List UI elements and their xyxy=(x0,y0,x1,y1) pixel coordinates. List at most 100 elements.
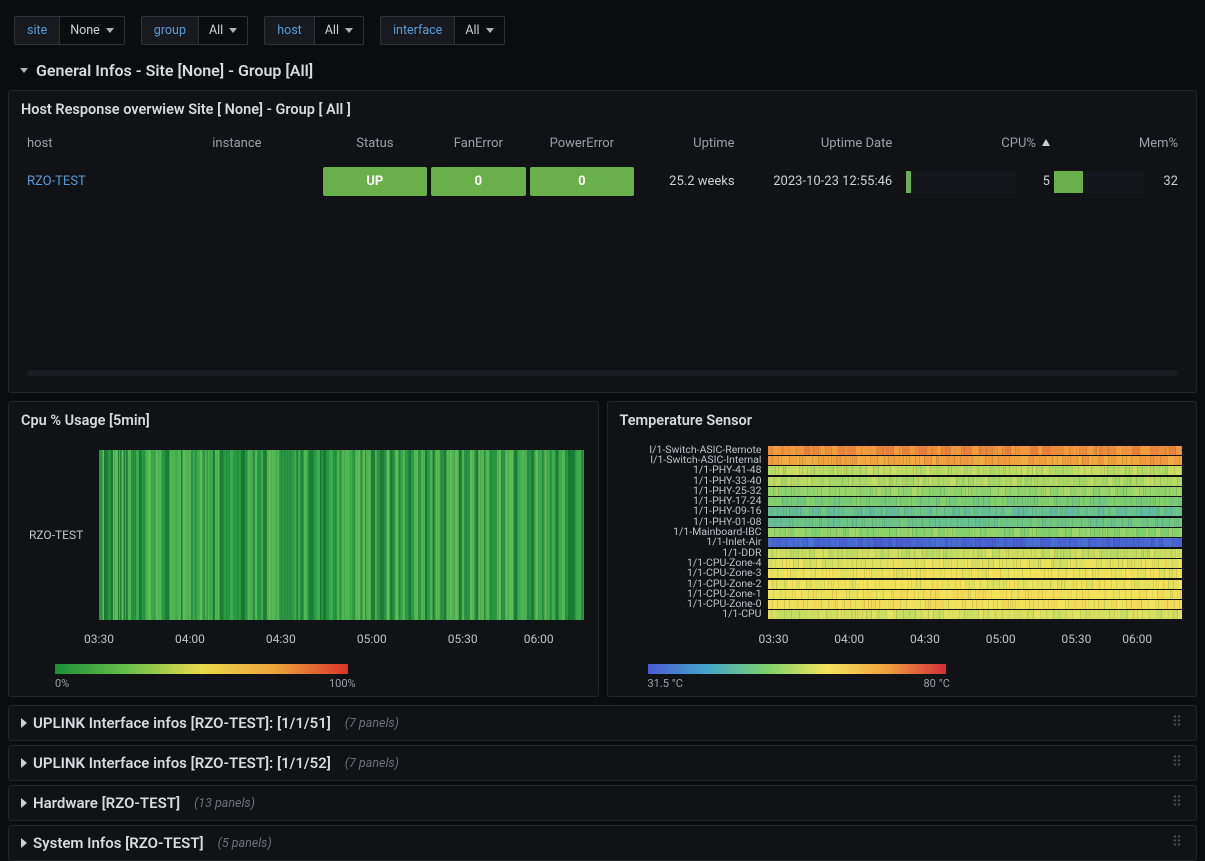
x-tick: 04:00 xyxy=(175,632,205,646)
chevron-right-icon xyxy=(21,718,27,728)
filter-label-host: host xyxy=(264,16,314,45)
filter-group: group All xyxy=(141,16,248,45)
collapsed-row-title: UPLINK Interface infos [RZO-TEST]: [1/1/… xyxy=(33,714,331,732)
th-uptime-date[interactable]: Uptime Date xyxy=(735,136,893,151)
cell-power: 0 xyxy=(528,167,636,196)
temp-heatmap-area: I/1-Switch-ASIC-RemoteI/1-Switch-ASIC-In… xyxy=(618,444,1183,619)
table-header: host instance Status FanError PowerError… xyxy=(17,126,1188,161)
chevron-down-icon xyxy=(229,28,237,33)
filter-site: site None xyxy=(14,16,125,45)
chevron-right-icon xyxy=(21,838,27,848)
cell-fan: 0 xyxy=(429,167,528,196)
collapsed-row[interactable]: UPLINK Interface infos [RZO-TEST]: [1/1/… xyxy=(8,705,1197,741)
cpu-heatmap-area xyxy=(99,450,584,620)
filter-value-interface-text: All xyxy=(465,23,479,38)
filter-host: host All xyxy=(264,16,364,45)
x-tick: 06:00 xyxy=(524,632,554,646)
temp-x-axis: 03:3004:0004:3005:0005:3006:00 xyxy=(774,632,1183,646)
temp-row-bar xyxy=(768,548,1183,557)
status-badge: UP xyxy=(323,167,427,196)
filter-value-interface[interactable]: All xyxy=(454,16,504,45)
filter-value-site[interactable]: None xyxy=(59,16,125,45)
cpu-value: 5 xyxy=(1026,174,1050,189)
horizontal-scrollbar[interactable] xyxy=(27,370,1178,376)
drag-handle-icon[interactable]: ⠿ xyxy=(1172,800,1184,807)
x-tick: 04:30 xyxy=(266,632,296,646)
th-cpu[interactable]: CPU% xyxy=(892,136,1050,151)
cell-host-link[interactable]: RZO-TEST xyxy=(27,174,212,189)
temp-row-bar xyxy=(768,599,1183,608)
x-tick: 04:30 xyxy=(910,632,940,646)
temp-row-bar xyxy=(768,476,1183,485)
cpu-y-label: RZO-TEST xyxy=(29,528,83,542)
th-status[interactable]: Status xyxy=(321,136,429,151)
cpu-x-axis: 03:3004:0004:3005:0005:3006:00 xyxy=(99,632,584,646)
temp-row-bar xyxy=(768,496,1183,505)
temp-row-bar xyxy=(768,517,1183,526)
chevron-right-icon xyxy=(21,758,27,768)
filter-value-host[interactable]: All xyxy=(314,16,364,45)
th-fan[interactable]: FanError xyxy=(429,136,528,151)
filter-value-site-text: None xyxy=(70,23,100,38)
cell-uptime: 25.2 weeks xyxy=(636,174,735,189)
collapsed-row-title: Hardware [RZO-TEST] xyxy=(33,794,180,812)
x-tick: 05:30 xyxy=(448,632,478,646)
mem-value: 32 xyxy=(1154,174,1178,189)
panel-temperature: Temperature Sensor I/1-Switch-ASIC-Remot… xyxy=(607,401,1198,697)
th-uptime[interactable]: Uptime xyxy=(636,136,735,151)
collapsed-row[interactable]: UPLINK Interface infos [RZO-TEST]: [1/1/… xyxy=(8,745,1197,781)
collapsed-row-count: (5 panels) xyxy=(218,836,272,851)
drag-handle-icon[interactable]: ⠿ xyxy=(1172,840,1184,847)
collapsed-row-count: (7 panels) xyxy=(345,716,399,731)
collapsed-row[interactable]: System Infos [RZO-TEST] (5 panels) ⠿ xyxy=(8,825,1197,861)
cell-uptime-date: 2023-10-23 12:55:46 xyxy=(735,174,893,189)
cpu-scale-max: 100% xyxy=(329,677,356,690)
temp-row-bar xyxy=(768,445,1183,454)
drag-handle-icon[interactable]: ⠿ xyxy=(1172,760,1184,767)
temp-color-scale xyxy=(648,664,947,674)
collapsed-row[interactable]: Hardware [RZO-TEST] (13 panels) ⠿ xyxy=(8,785,1197,821)
mem-bar xyxy=(1054,171,1144,193)
filter-interface: interface All xyxy=(380,16,505,45)
x-tick: 06:00 xyxy=(1122,632,1152,646)
panel-title-temp: Temperature Sensor xyxy=(608,402,1197,437)
cpu-color-scale xyxy=(55,664,348,674)
filter-value-group-text: All xyxy=(209,23,223,38)
temp-row-bar xyxy=(768,558,1183,567)
fan-badge: 0 xyxy=(431,167,526,196)
cell-status: UP xyxy=(321,167,429,196)
row-header-general-infos[interactable]: General Infos - Site [None] - Group [All… xyxy=(0,55,1205,90)
chevron-down-icon xyxy=(345,28,353,33)
x-tick: 05:30 xyxy=(1061,632,1091,646)
panel-title-cpu: Cpu % Usage [5min] xyxy=(9,402,598,437)
temp-row-bar xyxy=(768,579,1183,588)
chevron-down-icon xyxy=(106,28,114,33)
temp-row-bar xyxy=(768,589,1183,598)
filter-label-interface: interface xyxy=(380,16,454,45)
x-tick: 05:00 xyxy=(357,632,387,646)
cell-mem-gauge: 32 xyxy=(1050,171,1178,193)
row-title: General Infos - Site [None] - Group [All… xyxy=(36,61,313,80)
chevron-down-icon xyxy=(486,28,494,33)
th-mem[interactable]: Mem% xyxy=(1050,136,1178,151)
temp-row-label: 1/1-CPU xyxy=(618,607,768,620)
temp-row-bar xyxy=(768,486,1183,495)
temp-row-bar xyxy=(768,609,1183,618)
temp-row: 1/1-CPU xyxy=(618,609,1183,619)
temp-scale-min: 31.5 °C xyxy=(648,677,683,690)
temp-row-bar xyxy=(768,506,1183,515)
th-host[interactable]: host xyxy=(27,136,212,151)
chevron-right-icon xyxy=(21,798,27,808)
table-row: RZO-TEST UP 0 0 25.2 weeks 2023-10-23 12… xyxy=(17,161,1188,202)
panel-host-response: Host Response overwiew Site [ None] - Gr… xyxy=(8,90,1197,393)
cell-cpu-gauge: 5 xyxy=(892,171,1050,193)
x-tick: 04:00 xyxy=(834,632,864,646)
th-instance[interactable]: instance xyxy=(212,136,320,151)
th-power[interactable]: PowerError xyxy=(528,136,636,151)
filter-value-group[interactable]: All xyxy=(198,16,248,45)
drag-handle-icon[interactable]: ⠿ xyxy=(1172,720,1184,727)
x-tick: 03:30 xyxy=(84,632,114,646)
temp-scale-max: 80 °C xyxy=(924,677,950,690)
panel-cpu-usage: Cpu % Usage [5min] RZO-TEST 03:30 04:00 04… xyxy=(8,401,599,697)
collapsed-row-title: System Infos [RZO-TEST] xyxy=(33,834,204,852)
